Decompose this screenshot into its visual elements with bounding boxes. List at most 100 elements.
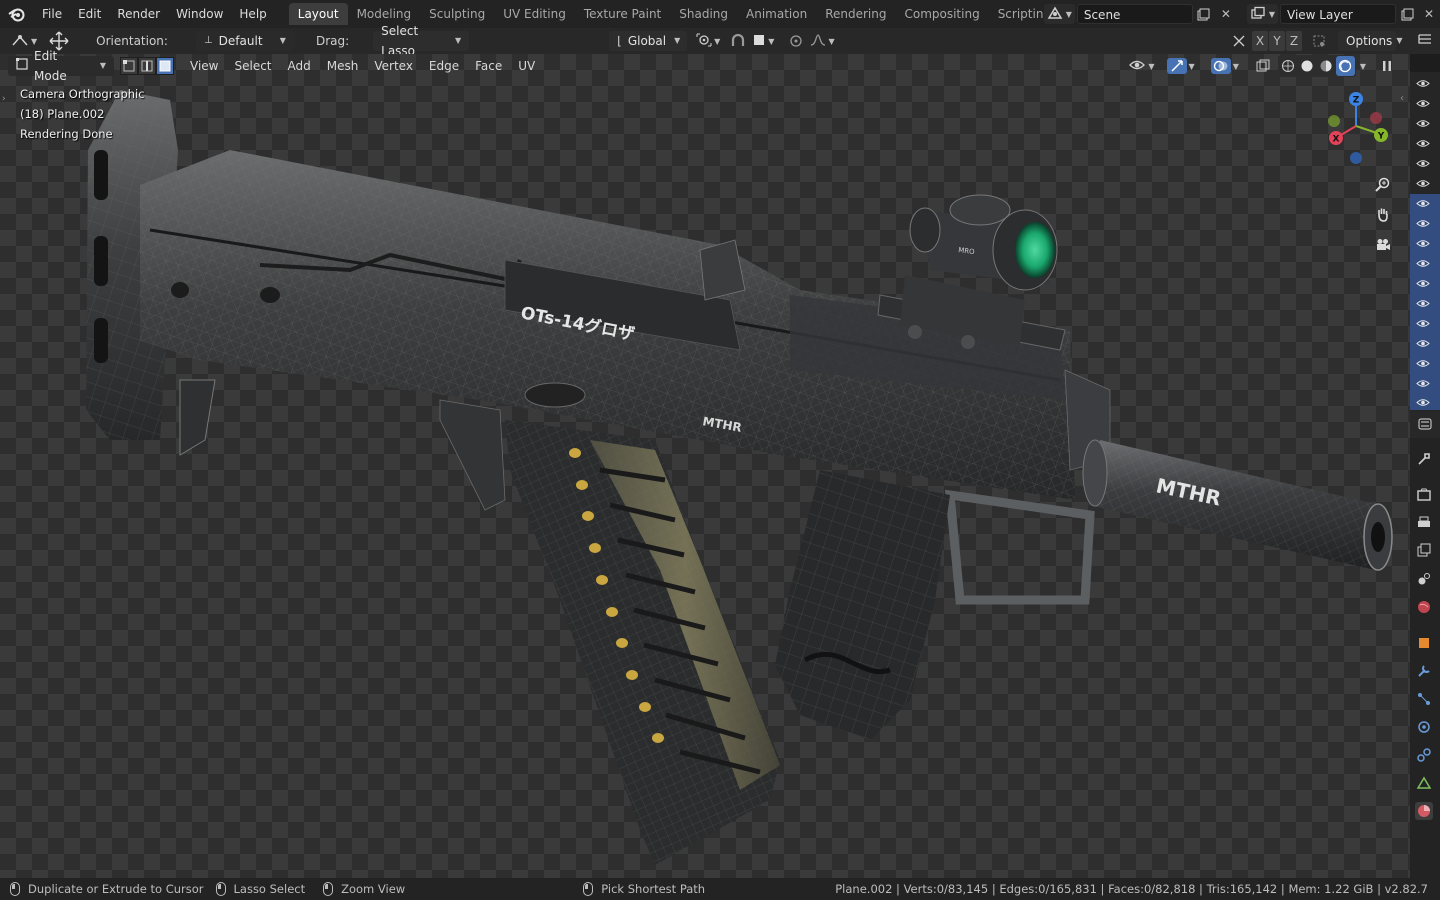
- menu-edge[interactable]: Edge: [421, 59, 467, 73]
- zoom-view-icon[interactable]: [1372, 173, 1394, 195]
- rendered-shading-icon[interactable]: [1335, 56, 1355, 76]
- scene-browse-button[interactable]: ▼: [1043, 4, 1075, 24]
- tab-animation[interactable]: Animation: [737, 3, 816, 25]
- sidebar-collapse-chevron-icon[interactable]: ‹: [1400, 93, 1404, 104]
- xray-toggle-icon[interactable]: [1252, 56, 1274, 76]
- eye-icon[interactable]: [1415, 358, 1431, 368]
- constraints-properties-icon[interactable]: [1415, 746, 1433, 764]
- options-dropdown[interactable]: Options ▼: [1338, 31, 1402, 51]
- menu-edit[interactable]: Edit: [70, 2, 109, 26]
- material-preview-icon[interactable]: [1317, 56, 1336, 76]
- overlays-button[interactable]: ▼: [1208, 56, 1242, 76]
- transform-orientation-select[interactable]: ⌊ Global ▼: [609, 31, 688, 51]
- eye-icon[interactable]: [1415, 118, 1431, 128]
- face-select-mode-icon[interactable]: [156, 57, 174, 75]
- physics-properties-icon[interactable]: [1415, 718, 1433, 736]
- menu-view[interactable]: View: [182, 59, 226, 73]
- auto-merge-icon[interactable]: [1308, 31, 1330, 51]
- pivot-point-button[interactable]: ▼: [693, 31, 723, 51]
- delete-view-layer-icon[interactable]: ✕: [1418, 4, 1440, 24]
- world-properties-icon[interactable]: [1415, 598, 1433, 616]
- menu-select[interactable]: Select: [226, 59, 279, 73]
- eye-icon[interactable]: [1415, 158, 1431, 168]
- new-scene-icon[interactable]: [1193, 4, 1215, 24]
- mode-select[interactable]: Edit Mode ▼: [8, 49, 114, 83]
- orientation-label: Orientation:: [96, 34, 168, 48]
- tab-layout[interactable]: Layout: [288, 3, 348, 25]
- menu-render[interactable]: Render: [109, 2, 168, 26]
- eye-icon[interactable]: [1415, 238, 1431, 248]
- mesh-symmetry-icon[interactable]: [1228, 31, 1250, 51]
- menu-file[interactable]: File: [34, 2, 70, 26]
- mirror-y-toggle[interactable]: Y: [1269, 31, 1285, 51]
- edge-select-mode-icon[interactable]: [138, 57, 156, 75]
- view-layer-field[interactable]: View Layer: [1280, 4, 1396, 24]
- menu-window[interactable]: Window: [168, 2, 231, 26]
- tab-uv-editing[interactable]: UV Editing: [494, 3, 575, 25]
- scene-properties-icon[interactable]: [1415, 570, 1433, 588]
- tab-shading[interactable]: Shading: [670, 3, 737, 25]
- snap-magnet-icon[interactable]: [727, 31, 749, 51]
- tab-texture-paint[interactable]: Texture Paint: [575, 3, 670, 25]
- material-properties-icon[interactable]: [1415, 802, 1433, 820]
- eye-icon[interactable]: [1415, 78, 1431, 88]
- menu-help[interactable]: Help: [231, 2, 274, 26]
- gizmo-button[interactable]: ▼: [1164, 56, 1198, 76]
- toolbar-expand-chevron-icon[interactable]: ›: [2, 94, 6, 104]
- 3d-viewport[interactable]: OTs-14グロザ MTHR MTHR MRO: [0, 54, 1410, 878]
- eye-icon[interactable]: [1415, 278, 1431, 288]
- delete-scene-icon[interactable]: ✕: [1215, 4, 1237, 24]
- menu-mesh[interactable]: Mesh: [319, 59, 367, 73]
- camera-view-icon[interactable]: [1372, 234, 1394, 256]
- output-properties-icon[interactable]: [1415, 514, 1433, 532]
- render-properties-icon[interactable]: [1415, 486, 1433, 504]
- eye-icon[interactable]: [1415, 338, 1431, 348]
- chevron-down-icon: ▼: [1396, 36, 1403, 45]
- vertex-select-mode-icon[interactable]: [120, 57, 138, 75]
- menu-vertex[interactable]: Vertex: [366, 59, 421, 73]
- orientation-select[interactable]: ⊥ Default ▼: [195, 31, 294, 51]
- particles-properties-icon[interactable]: [1415, 690, 1433, 708]
- menu-face[interactable]: Face: [467, 59, 510, 73]
- pan-hand-icon[interactable]: [1372, 203, 1394, 225]
- solid-shading-icon[interactable]: [1298, 56, 1317, 76]
- eye-icon[interactable]: [1415, 298, 1431, 308]
- eye-icon[interactable]: [1415, 258, 1431, 268]
- chevron-down-icon: ▼: [454, 36, 462, 45]
- outliner-editor-icon[interactable]: [1417, 33, 1433, 50]
- wireframe-shading-icon[interactable]: [1279, 56, 1298, 76]
- menu-uv[interactable]: UV: [510, 59, 543, 73]
- snap-target-button[interactable]: ▼: [749, 31, 777, 51]
- mirror-x-toggle[interactable]: X: [1252, 31, 1268, 51]
- scene-name-field[interactable]: Scene: [1076, 4, 1193, 24]
- shading-options-chevron-icon[interactable]: ▼: [1360, 62, 1366, 71]
- menu-add[interactable]: Add: [280, 59, 319, 73]
- navigation-gizmo[interactable]: Z Y X: [1322, 88, 1392, 168]
- eye-icon[interactable]: [1415, 218, 1431, 228]
- eye-icon[interactable]: [1415, 397, 1431, 407]
- visibility-button[interactable]: ▼: [1125, 56, 1157, 76]
- proportional-edit-icon[interactable]: [785, 31, 807, 51]
- eye-icon[interactable]: [1415, 178, 1431, 188]
- blender-logo-icon[interactable]: [6, 3, 28, 25]
- view-layer-browse-button[interactable]: ▼: [1246, 4, 1278, 24]
- tool-settings-icon[interactable]: [1415, 450, 1433, 468]
- drag-select[interactable]: Select Lasso ▼: [373, 24, 470, 58]
- view-layer-properties-icon[interactable]: [1415, 542, 1433, 560]
- object-properties-icon[interactable]: [1415, 634, 1433, 652]
- eye-icon[interactable]: [1415, 378, 1431, 388]
- eye-icon[interactable]: [1415, 98, 1431, 108]
- pause-render-icon[interactable]: [1376, 56, 1398, 76]
- falloff-button[interactable]: ▼: [807, 31, 837, 51]
- properties-editor-icon[interactable]: [1417, 417, 1433, 434]
- magazine: [505, 420, 780, 865]
- modifier-properties-icon[interactable]: [1415, 662, 1433, 680]
- mesh-data-properties-icon[interactable]: [1415, 774, 1433, 792]
- new-view-layer-icon[interactable]: [1396, 4, 1418, 24]
- mirror-z-toggle[interactable]: Z: [1286, 31, 1302, 51]
- eye-icon[interactable]: [1415, 318, 1431, 328]
- eye-icon[interactable]: [1415, 138, 1431, 148]
- tab-rendering[interactable]: Rendering: [816, 3, 895, 25]
- tab-compositing[interactable]: Compositing: [895, 3, 988, 25]
- eye-icon[interactable]: [1415, 198, 1431, 208]
